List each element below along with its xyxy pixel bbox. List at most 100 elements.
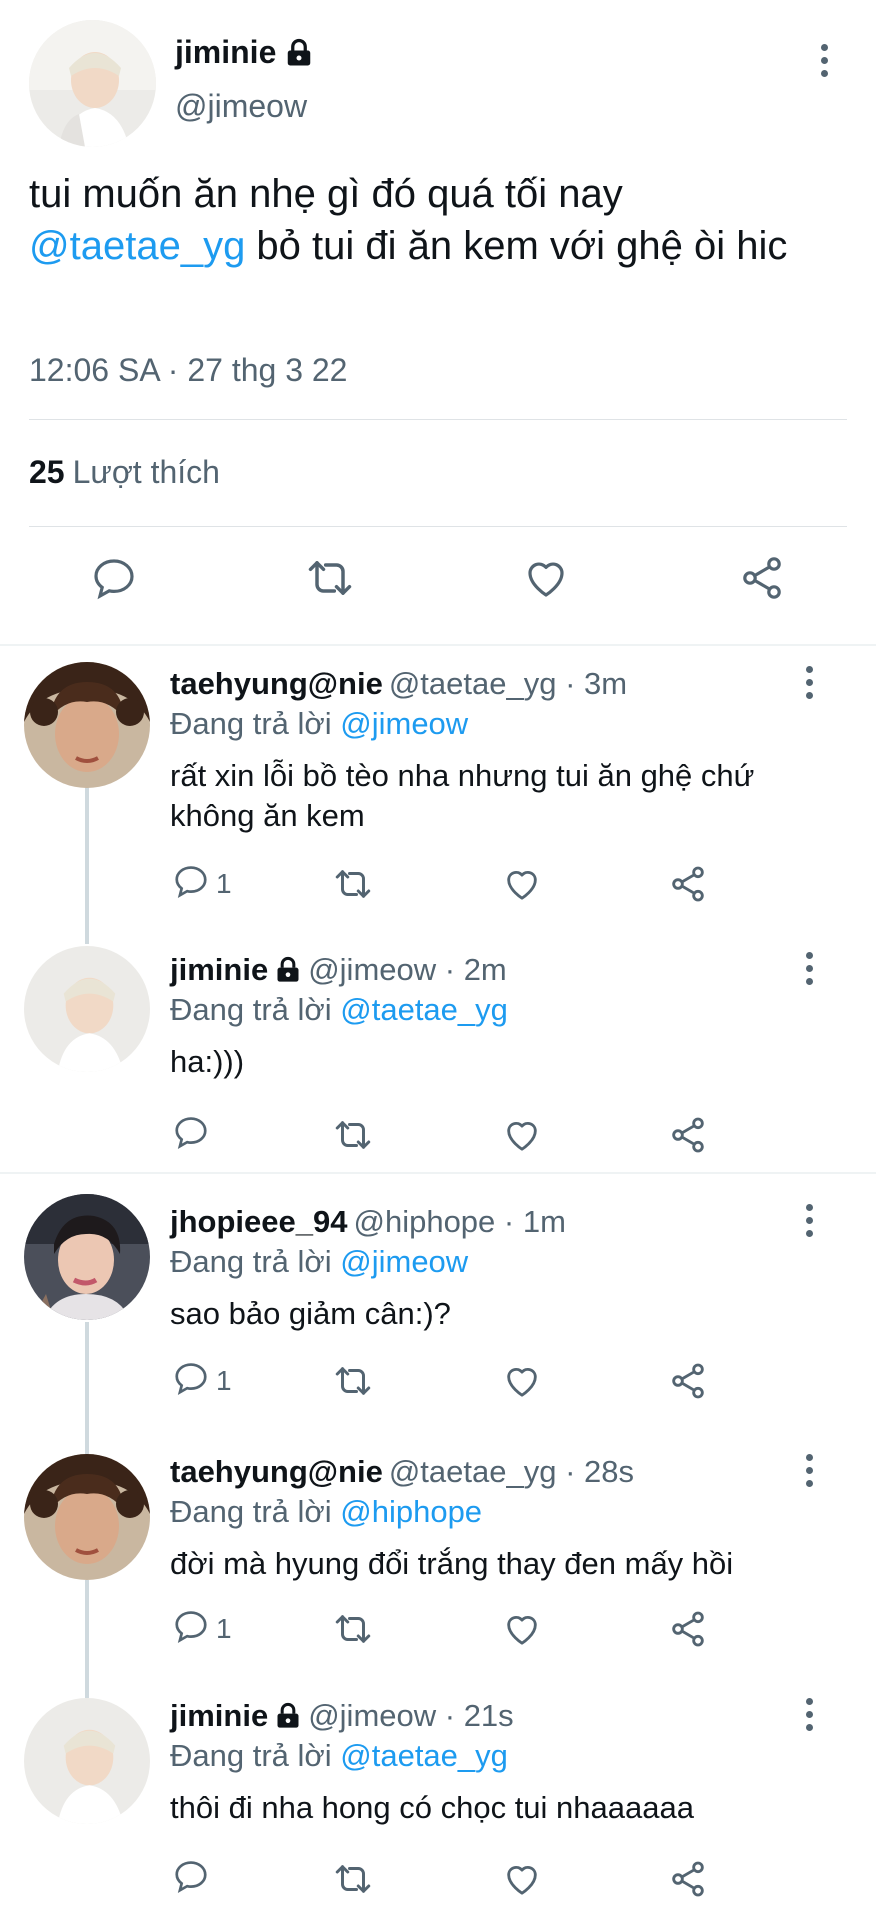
more-icon[interactable] (799, 662, 819, 702)
more-icon[interactable] (799, 948, 819, 988)
reply-text: sao bảo giảm cân:)? (170, 1296, 451, 1331)
reply-text: rất xin lỗi bồ tèo nha nhưng tui ăn ghệ … (170, 758, 755, 833)
reply-handle[interactable]: @taetae_yg · 3m (389, 666, 627, 702)
thread-line (85, 1444, 89, 1454)
reply-icon[interactable] (84, 548, 144, 608)
avatar-jiminie[interactable] (29, 20, 156, 147)
reply-icon (172, 1113, 210, 1158)
tweet-text: tui muốn ăn nhẹ gì đó quá tối nay @taeta… (29, 172, 788, 268)
like-icon[interactable] (502, 1854, 542, 1904)
reply-item[interactable]: jiminie @jimeow · 2m Đang trả lời @taeta… (0, 914, 876, 1170)
mention-link[interactable]: @hiphope (340, 1494, 482, 1529)
avatar-jiminie[interactable] (24, 946, 150, 1072)
reply-actions: 1 (170, 1356, 730, 1406)
share-icon[interactable] (668, 1356, 708, 1406)
avatar-taehyung[interactable] (24, 662, 150, 788)
replying-to: Đang trả lời @jimeow (170, 706, 469, 741)
more-icon[interactable] (799, 1694, 819, 1734)
reply-actions: 1 (170, 859, 730, 909)
retweet-icon[interactable] (332, 1604, 374, 1654)
share-icon[interactable] (668, 1604, 708, 1654)
like-icon[interactable] (502, 859, 542, 909)
reply-header: taehyung@nie @taetae_yg · 28s (170, 1454, 634, 1490)
reply-handle[interactable]: @jimeow · 2m (308, 952, 507, 988)
divider (29, 526, 847, 527)
reply-header: taehyung@nie @taetae_yg · 3m (170, 666, 627, 702)
reply-handle[interactable]: @taetae_yg · 28s (389, 1454, 634, 1490)
reply-icon (172, 862, 210, 907)
replying-to: Đang trả lời @jimeow (170, 1244, 469, 1279)
main-tweet: jiminie @jimeow tui muốn ăn nhẹ gì đó qu… (0, 0, 876, 644)
reply-item[interactable]: jiminie @jimeow · 21s Đang trả lời @taet… (0, 1692, 876, 1920)
reply-item[interactable]: taehyung@nie @taetae_yg · 3m Đang trả lờ… (0, 646, 876, 914)
reply-count: 1 (216, 868, 232, 899)
thread-line (85, 1580, 89, 1692)
author-handle[interactable]: @jimeow (175, 88, 307, 125)
lock-icon (274, 956, 302, 984)
replying-to: Đang trả lời @taetae_yg (170, 992, 508, 1027)
mention-link[interactable]: @jimeow (340, 706, 468, 741)
reply-author-name[interactable]: jiminie (170, 952, 268, 988)
mention-link[interactable]: @taetae_yg (29, 224, 245, 268)
reply-handle[interactable]: @jimeow · 21s (308, 1698, 513, 1734)
like-count[interactable]: 25 Lượt thích (29, 454, 220, 491)
reply-count: 1 (216, 1613, 232, 1644)
tweet-timestamp[interactable]: 12:06 SA · 27 thg 3 22 (29, 352, 347, 389)
share-icon[interactable] (668, 859, 708, 909)
reply-button[interactable]: 1 (172, 1356, 232, 1406)
retweet-icon[interactable] (332, 1110, 374, 1160)
lock-icon (274, 1702, 302, 1730)
reply-author-name[interactable]: jhopieee_94 (170, 1204, 347, 1240)
retweet-icon[interactable] (300, 548, 360, 608)
like-icon[interactable] (502, 1604, 542, 1654)
reply-item[interactable]: jhopieee_94 @hiphope · 1m Đang trả lời @… (0, 1174, 876, 1444)
retweet-icon[interactable] (332, 1854, 374, 1904)
reply-icon (172, 1857, 210, 1902)
avatar-jhopieee[interactable] (24, 1194, 150, 1320)
tweet-actions (0, 548, 876, 618)
author-name[interactable]: jiminie (175, 34, 314, 71)
reply-icon (172, 1607, 210, 1652)
reply-author-name[interactable]: taehyung@nie (170, 666, 383, 702)
reply-text: thôi đi nha hong có chọc tui nhaaaaaa (170, 1790, 694, 1825)
more-icon[interactable] (799, 1200, 819, 1240)
reply-actions (170, 1854, 730, 1904)
mention-link[interactable]: @jimeow (340, 1244, 468, 1279)
divider (29, 419, 847, 420)
replying-to: Đang trả lời @hiphope (170, 1494, 483, 1529)
reply-button[interactable] (172, 1110, 216, 1160)
reply-icon (172, 1359, 210, 1404)
share-icon[interactable] (668, 1110, 708, 1160)
reply-handle[interactable]: @hiphope · 1m (353, 1204, 565, 1240)
thread-line (85, 1322, 89, 1444)
retweet-icon[interactable] (332, 859, 374, 909)
thread-line (85, 914, 89, 944)
reply-item[interactable]: taehyung@nie @taetae_yg · 28s Đang trả l… (0, 1444, 876, 1692)
replying-to: Đang trả lời @taetae_yg (170, 1738, 508, 1773)
thread-line (85, 786, 89, 914)
reply-count: 1 (216, 1365, 232, 1396)
more-icon[interactable] (799, 1450, 819, 1490)
like-icon[interactable] (516, 548, 576, 608)
like-icon[interactable] (502, 1356, 542, 1406)
avatar-jiminie[interactable] (24, 1698, 150, 1824)
reply-text: ha:))) (170, 1044, 245, 1079)
lock-icon (284, 38, 314, 68)
mention-link[interactable]: @taetae_yg (340, 992, 508, 1027)
reply-header: jiminie @jimeow · 21s (170, 1698, 514, 1734)
reply-author-name[interactable]: taehyung@nie (170, 1454, 383, 1490)
reply-button[interactable] (172, 1854, 216, 1904)
share-icon[interactable] (732, 548, 792, 608)
avatar-taehyung[interactable] (24, 1454, 150, 1580)
share-icon[interactable] (668, 1854, 708, 1904)
reply-button[interactable]: 1 (172, 859, 232, 909)
reply-author-name[interactable]: jiminie (170, 1698, 268, 1734)
reply-actions: 1 (170, 1604, 730, 1654)
mention-link[interactable]: @taetae_yg (340, 1738, 508, 1773)
like-icon[interactable] (502, 1110, 542, 1160)
retweet-icon[interactable] (332, 1356, 374, 1406)
more-icon[interactable] (814, 40, 834, 80)
reply-header: jhopieee_94 @hiphope · 1m (170, 1204, 566, 1240)
reply-actions (170, 1110, 730, 1160)
reply-button[interactable]: 1 (172, 1604, 232, 1654)
